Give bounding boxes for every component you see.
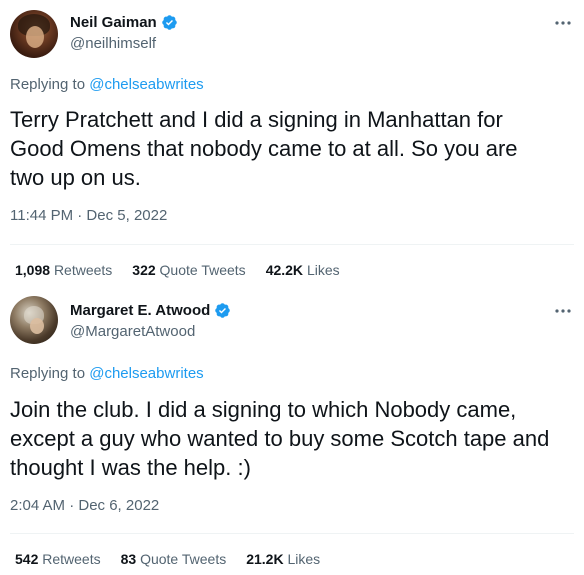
replying-to-prefix: Replying to: [10, 76, 90, 93]
likes-count: 42.2K: [265, 262, 304, 278]
likes-count: 21.2K: [246, 551, 284, 567]
verified-badge-icon: [161, 15, 177, 30]
likes-stat[interactable]: 42.2K Likes: [266, 262, 340, 278]
tweet-text: Terry Pratchett and I did a signing in M…: [10, 107, 518, 190]
retweets-count: 1,098: [15, 262, 51, 278]
likes-label: Likes: [306, 262, 340, 278]
tweet-text: Join the club. I did a signing to which …: [10, 397, 550, 480]
divider: [10, 533, 574, 534]
likes-stat[interactable]: 21.2K Likes: [246, 551, 320, 567]
retweets-stat[interactable]: 1,098 Retweets: [15, 262, 112, 278]
author-handle[interactable]: @MargaretAtwood: [70, 323, 195, 340]
replying-to-prefix: Replying to: [10, 365, 90, 382]
tweet-neil-gaiman[interactable]: Neil Gaiman @neilhimself Replying to @ch…: [0, 0, 584, 290]
avatar[interactable]: [10, 296, 58, 344]
tweet-timestamp[interactable]: 2:04 AM · Dec 6, 2022: [10, 497, 159, 514]
replying-to: Replying to @chelseabwrites: [10, 76, 204, 93]
replying-to: Replying to @chelseabwrites: [10, 365, 204, 382]
avatar-face-shape: [30, 318, 44, 334]
retweets-label: Retweets: [42, 551, 101, 567]
retweets-stat[interactable]: 542 Retweets: [15, 551, 101, 567]
author-name-row: Margaret E. Atwood: [70, 302, 231, 319]
more-horizontal-icon[interactable]: [554, 14, 572, 32]
quote-tweets-stat[interactable]: 83 Quote Tweets: [121, 551, 227, 567]
replying-to-link[interactable]: @chelseabwrites: [89, 76, 203, 93]
avatar[interactable]: [10, 10, 58, 58]
quote-tweets-label: Quote Tweets: [159, 262, 246, 278]
tweet-timestamp[interactable]: 11:44 PM · Dec 5, 2022: [10, 207, 167, 224]
author-name[interactable]: Neil Gaiman: [70, 14, 157, 31]
quote-tweets-stat[interactable]: 322 Quote Tweets: [132, 262, 245, 278]
retweets-label: Retweets: [53, 262, 113, 278]
quote-tweets-count: 322: [132, 262, 156, 278]
tweet-margaret-atwood[interactable]: Margaret E. Atwood @MargaretAtwood Reply…: [0, 290, 584, 575]
retweets-count: 542: [15, 551, 39, 567]
tweet-stats: 542 Retweets 83 Quote Tweets 21.2K Likes: [15, 551, 340, 567]
author-handle[interactable]: @neilhimself: [70, 35, 156, 52]
quote-tweets-count: 83: [120, 551, 137, 567]
author-name[interactable]: Margaret E. Atwood: [70, 302, 210, 319]
likes-label: Likes: [287, 551, 321, 567]
quote-tweets-label: Quote Tweets: [140, 551, 227, 567]
replying-to-link[interactable]: @chelseabwrites: [89, 365, 203, 382]
divider: [10, 244, 574, 245]
avatar-face-shape: [26, 26, 44, 48]
author-name-row: Neil Gaiman: [70, 14, 178, 31]
verified-badge-icon: [215, 303, 231, 318]
tweet-stats: 1,098 Retweets 322 Quote Tweets 42.2K Li…: [15, 262, 360, 278]
more-horizontal-icon[interactable]: [554, 302, 572, 320]
